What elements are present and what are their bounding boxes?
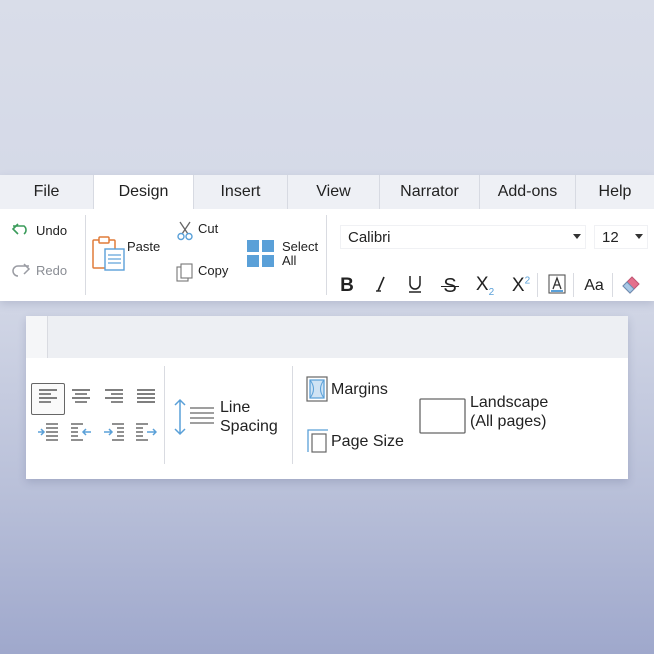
line-spacing-button[interactable]: Line Spacing	[172, 396, 278, 438]
increase-indent-button[interactable]	[31, 418, 65, 450]
clear-format-icon	[620, 274, 642, 299]
superscript-icon: X2	[511, 275, 531, 296]
separator	[537, 273, 538, 297]
separator	[292, 366, 293, 464]
margins-label: Margins	[331, 380, 388, 398]
align-left-icon	[38, 388, 58, 410]
select-all-line1: Select	[282, 239, 319, 254]
tab-bar	[26, 316, 628, 358]
line-spacing-line1: Line	[220, 399, 251, 416]
tab-narrator[interactable]: Narrator	[380, 175, 480, 209]
justify-icon	[136, 388, 156, 410]
undo-label: Undo	[36, 222, 68, 238]
line-spacing-label: Line Spacing	[220, 398, 278, 436]
orientation-label: Landscape (All pages)	[470, 393, 548, 431]
separator	[85, 215, 86, 295]
margins-button[interactable]: Margins	[306, 376, 388, 402]
tab-bar: File Design Insert View Narrator Add-ons…	[0, 175, 654, 209]
font-size-value: 12	[602, 228, 619, 246]
chevron-down-icon	[635, 234, 643, 239]
decrease-indent-icon	[70, 422, 92, 446]
align-right-icon	[104, 388, 124, 410]
margins-icon	[306, 376, 328, 402]
italic-button[interactable]	[368, 273, 394, 299]
paste-button[interactable]: Paste	[91, 235, 160, 271]
line-spacing-line2: Spacing	[220, 418, 278, 435]
ribbon-layout: Line Spacing Margins Page Size Landscape…	[26, 316, 628, 479]
redo-button[interactable]: Redo	[11, 261, 67, 279]
subscript-mark: 2	[488, 286, 495, 298]
first-line-indent-icon	[135, 422, 158, 446]
select-all-icon	[246, 239, 276, 269]
separator	[326, 215, 327, 295]
change-case-button[interactable]: Aa	[580, 273, 608, 299]
separator	[164, 366, 165, 464]
tab-help[interactable]: Help	[576, 175, 654, 209]
underline-button[interactable]	[402, 273, 428, 299]
underline-icon	[406, 274, 424, 299]
tab-collapsed[interactable]	[26, 316, 48, 358]
decrease-indent-button[interactable]	[64, 418, 98, 450]
copy-button[interactable]: Copy	[176, 263, 228, 283]
select-all-line2: All	[282, 253, 297, 268]
strikethrough-button[interactable]: S	[437, 273, 463, 299]
line-spacing-icon	[172, 396, 216, 438]
ribbon-home: File Design Insert View Narrator Add-ons…	[0, 175, 654, 301]
align-center-icon	[71, 388, 91, 410]
orientation-icon	[419, 398, 467, 434]
justify-button[interactable]	[129, 383, 163, 415]
strikethrough-icon: S	[441, 274, 459, 297]
align-right-button[interactable]	[97, 383, 131, 415]
superscript-mark: 2	[524, 275, 531, 287]
chevron-down-icon	[573, 234, 581, 239]
redo-label: Redo	[36, 262, 68, 278]
font-size-select[interactable]: 12	[594, 225, 648, 249]
toolbar: Undo Redo Paste Cut Copy Select All Cali…	[0, 209, 654, 301]
select-all-label: Select All	[282, 240, 318, 268]
undo-icon	[11, 221, 33, 239]
undo-button[interactable]: Undo	[11, 221, 67, 239]
bold-button[interactable]: B	[334, 273, 360, 299]
page-size-button[interactable]: Page Size	[306, 428, 404, 454]
change-case-icon: Aa	[584, 277, 604, 294]
cut-button[interactable]: Cut	[176, 221, 218, 241]
paste-icon	[91, 235, 127, 271]
increase-indent-icon	[37, 422, 59, 446]
bold-icon: B	[340, 275, 354, 296]
italic-icon	[372, 275, 390, 298]
tab-view[interactable]: View	[288, 175, 380, 209]
orientation-button[interactable]: Landscape (All pages)	[419, 394, 548, 434]
tab-file[interactable]: File	[0, 175, 94, 209]
tab-add-ons[interactable]: Add-ons	[480, 175, 576, 209]
first-line-indent-button[interactable]	[129, 418, 163, 450]
tab-design[interactable]: Design	[94, 175, 194, 209]
copy-label: Copy	[198, 262, 229, 278]
orientation-line2: (All pages)	[470, 413, 547, 430]
font-family-value: Calibri	[348, 228, 391, 246]
tab-insert[interactable]: Insert	[194, 175, 288, 209]
text-highlight-button[interactable]	[544, 273, 570, 299]
select-all-button[interactable]: Select All	[246, 239, 318, 269]
align-left-button[interactable]	[31, 383, 65, 415]
clear-format-button[interactable]	[618, 273, 644, 299]
page-size-label: Page Size	[331, 432, 404, 450]
redo-icon	[11, 261, 33, 279]
superscript-button[interactable]: X2	[506, 273, 536, 299]
separator	[573, 273, 574, 297]
hanging-indent-button[interactable]	[97, 418, 131, 450]
orientation-line1: Landscape	[470, 394, 549, 411]
align-center-button[interactable]	[64, 383, 98, 415]
cut-label: Cut	[198, 220, 219, 236]
page-size-icon	[306, 428, 328, 454]
cut-icon	[176, 221, 196, 241]
copy-icon	[176, 263, 196, 283]
text-highlight-icon	[548, 273, 566, 299]
font-family-select[interactable]: Calibri	[340, 225, 586, 249]
hanging-indent-icon	[103, 422, 125, 446]
paste-label: Paste	[127, 238, 161, 254]
subscript-icon: X2	[475, 274, 495, 298]
separator	[612, 273, 613, 297]
subscript-button[interactable]: X2	[470, 273, 500, 299]
